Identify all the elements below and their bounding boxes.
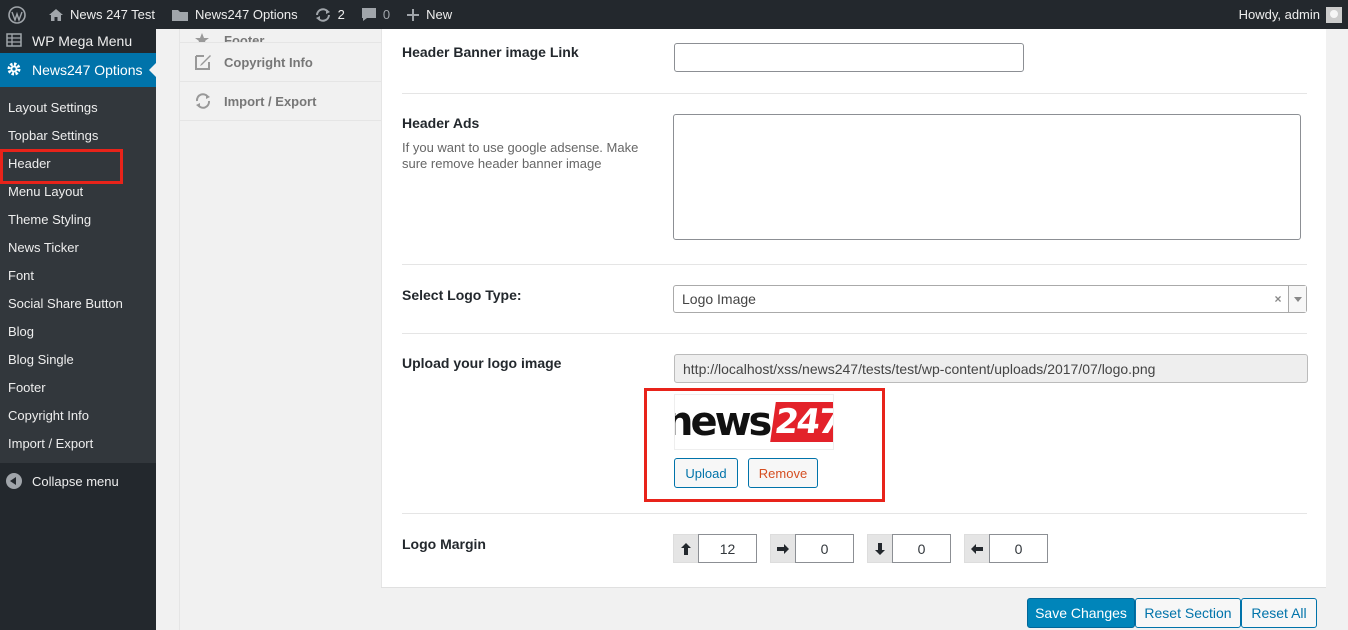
field-label: Upload your logo image	[402, 355, 562, 371]
collapse-menu-button[interactable]: Collapse menu	[0, 463, 156, 489]
submenu-item-footer[interactable]: Footer	[0, 373, 156, 401]
panel-nav-label: Copyright Info	[224, 54, 313, 70]
star-icon	[194, 32, 214, 42]
field-row-logo-type: Select Logo Type: Logo Image ×	[402, 265, 1307, 334]
reset-section-button[interactable]: Reset Section	[1135, 598, 1241, 628]
collapse-arrow-icon	[6, 473, 22, 489]
field-label: Logo Margin	[402, 536, 486, 552]
collapse-label: Collapse menu	[32, 473, 119, 489]
options-footer-bar: Save Changes Reset Section Reset All	[381, 587, 1326, 630]
arrow-left-icon	[964, 534, 989, 563]
refresh-icon	[194, 92, 214, 110]
submenu-item-social-share-button[interactable]: Social Share Button	[0, 289, 156, 317]
page-scroll-area	[1326, 29, 1348, 630]
menu-item-news247-options[interactable]: News247 Options	[0, 53, 156, 87]
field-row-logo-margin: Logo Margin 12 0 0 0	[402, 514, 1307, 587]
logo-preview: news 247	[674, 394, 834, 450]
field-label: Header Ads	[402, 115, 480, 131]
panel-nav-label: Import / Export	[224, 93, 317, 109]
submenu-item-blog-single[interactable]: Blog Single	[0, 345, 156, 373]
panel-nav-copyright-info[interactable]: Copyright Info	[180, 43, 381, 82]
field-row-banner-link: Header Banner image Link	[402, 29, 1307, 94]
submenu-item-import-export[interactable]: Import / Export	[0, 429, 156, 457]
clear-selection-icon[interactable]: ×	[1268, 292, 1288, 306]
margin-bottom-input[interactable]: 0	[892, 534, 951, 563]
logo-preview-number: 247	[770, 402, 833, 442]
updates-count: 2	[337, 7, 345, 22]
field-description: If you want to use google adsense. Make …	[402, 140, 639, 171]
menu-item-wp-mega-menu[interactable]: WP Mega Menu	[0, 29, 156, 53]
logo-type-select[interactable]: Logo Image ×	[673, 285, 1307, 313]
folder-icon	[171, 8, 189, 22]
comments-count: 0	[382, 7, 391, 22]
select-value: Logo Image	[682, 291, 756, 307]
avatar	[1326, 6, 1342, 23]
field-row-logo-upload: Upload your logo image http://localhost/…	[402, 334, 1308, 514]
options-link[interactable]: News247 Options	[163, 0, 306, 29]
chevron-down-icon[interactable]	[1288, 286, 1306, 312]
submenu-item-copyright-info[interactable]: Copyright Info	[0, 401, 156, 429]
field-label: Header Banner image Link	[402, 44, 579, 60]
menu-item-label: News247 Options	[32, 62, 143, 78]
margin-left-group: 0	[964, 534, 1048, 563]
edit-icon	[194, 53, 214, 71]
header-ads-textarea[interactable]	[673, 114, 1301, 240]
logo-url-field[interactable]: http://localhost/xss/news247/tests/test/…	[674, 354, 1308, 383]
arrow-up-icon	[673, 534, 698, 563]
admin-menu: WP Mega Menu News247 Options Layout Sett…	[0, 29, 156, 630]
submenu-item-blog[interactable]: Blog	[0, 317, 156, 345]
home-icon	[48, 8, 64, 22]
panel-nav-label: Footer	[224, 33, 265, 43]
submenu-item-font[interactable]: Font	[0, 261, 156, 289]
arrow-down-icon	[867, 534, 892, 563]
site-name: News 247 Test	[70, 7, 156, 22]
site-name-link[interactable]: News 247 Test	[40, 0, 163, 29]
submenu-item-topbar-settings[interactable]: Topbar Settings	[0, 121, 156, 149]
options-panel-nav: Footer Copyright Info Import / Export	[179, 29, 381, 630]
options-submenu: Layout Settings Topbar Settings Header M…	[0, 87, 156, 463]
updates-link[interactable]: 2	[306, 0, 353, 29]
wp-logo-menu[interactable]	[0, 0, 40, 29]
my-account[interactable]: Howdy, admin	[1231, 0, 1348, 29]
margin-top-input[interactable]: 12	[698, 534, 757, 563]
save-changes-button[interactable]: Save Changes	[1027, 598, 1135, 628]
margin-bottom-group: 0	[867, 534, 951, 563]
admin-bar: News 247 Test News247 Options 2 0 New Ho…	[0, 0, 1348, 29]
options-link-label: News247 Options	[195, 7, 298, 22]
logo-preview-text: news	[674, 399, 772, 445]
comment-icon	[361, 7, 377, 22]
upload-button[interactable]: Upload	[674, 458, 738, 488]
grid-icon	[6, 32, 24, 50]
options-panel-main: Header Banner image Link Header Ads If y…	[381, 29, 1326, 587]
submenu-item-header[interactable]: Header	[0, 149, 156, 177]
gear-icon	[6, 61, 24, 80]
howdy-text: Howdy, admin	[1238, 7, 1320, 22]
panel-nav-import-export[interactable]: Import / Export	[180, 82, 381, 121]
submenu-item-menu-layout[interactable]: Menu Layout	[0, 177, 156, 205]
field-label: Select Logo Type:	[402, 287, 522, 303]
new-content-link[interactable]: New	[398, 0, 460, 29]
submenu-item-news-ticker[interactable]: News Ticker	[0, 233, 156, 261]
margin-left-input[interactable]: 0	[989, 534, 1048, 563]
reset-all-button[interactable]: Reset All	[1241, 598, 1317, 628]
menu-item-label: WP Mega Menu	[32, 33, 133, 49]
arrow-right-icon	[770, 534, 795, 563]
panel-nav-footer[interactable]: Footer	[180, 29, 381, 43]
new-label: New	[426, 7, 453, 22]
margin-right-group: 0	[770, 534, 854, 563]
margin-top-group: 12	[673, 534, 757, 563]
plus-icon	[406, 8, 420, 22]
margin-right-input[interactable]: 0	[795, 534, 854, 563]
remove-button[interactable]: Remove	[748, 458, 818, 488]
submenu-item-theme-styling[interactable]: Theme Styling	[0, 205, 156, 233]
submenu-item-layout-settings[interactable]: Layout Settings	[0, 93, 156, 121]
comments-link[interactable]: 0	[353, 0, 398, 29]
field-row-header-ads: Header Ads If you want to use google ads…	[402, 94, 1307, 265]
refresh-icon	[314, 7, 332, 23]
banner-link-input[interactable]	[674, 43, 1024, 72]
wordpress-logo-icon	[8, 5, 26, 24]
